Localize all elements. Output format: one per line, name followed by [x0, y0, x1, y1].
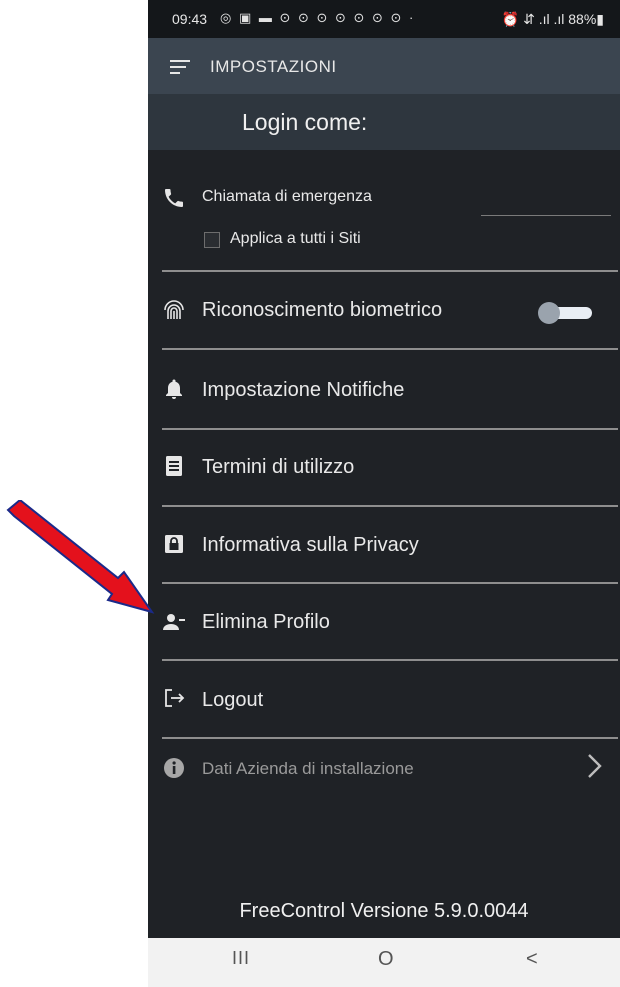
logout-label: Logout: [202, 689, 264, 711]
logout-item[interactable]: Logout: [148, 680, 620, 720]
notification-icons: ◎ ▣ ▬ ⊙ ⊙ ⊙ ⊙ ⊙ ⊙ ⊙ ·: [220, 10, 416, 25]
emergency-call-item[interactable]: Chiamata di emergenza: [148, 180, 620, 270]
emergency-call-label: Chiamata di emergenza: [202, 188, 372, 205]
terms-label: Termini di utilizzo: [202, 456, 355, 478]
notifications-item[interactable]: Impostazione Notifiche: [148, 368, 620, 408]
phone-icon: [165, 189, 183, 207]
apply-all-sites-checkbox[interactable]: [204, 232, 220, 248]
system-nav-bar: III O <: [148, 938, 620, 987]
apply-all-sites-label: Applica a tutti i Siti: [230, 230, 361, 247]
login-header: Login come:: [148, 94, 620, 150]
lock-icon: [165, 535, 183, 553]
chevron-right-icon[interactable]: [584, 752, 604, 780]
delete-profile-label: Elimina Profilo: [202, 611, 330, 633]
terms-item[interactable]: Termini di utilizzo: [148, 446, 620, 486]
page-title: IMPOSTAZIONI: [210, 57, 337, 76]
phone-screen: 09:43 ◎ ▣ ▬ ⊙ ⊙ ⊙ ⊙ ⊙ ⊙ ⊙ · ⏰ ⇵ .ıl .ıl …: [148, 0, 620, 987]
app-bar: IMPOSTAZIONI: [148, 38, 620, 94]
biometric-toggle[interactable]: [538, 302, 594, 324]
status-bar: 09:43 ◎ ▣ ▬ ⊙ ⊙ ⊙ ⊙ ⊙ ⊙ ⊙ · ⏰ ⇵ .ıl .ıl …: [148, 0, 620, 38]
annotation-arrow: [6, 500, 155, 614]
divider: [162, 582, 618, 584]
biometric-label: Riconoscimento biometrico: [202, 299, 443, 321]
version-label: FreeControl Versione 5.9.0.0044: [239, 900, 529, 922]
remove-user-icon: [163, 614, 185, 630]
menu-icon[interactable]: [170, 60, 190, 74]
bell-icon: [166, 379, 182, 399]
home-button[interactable]: O: [378, 948, 394, 971]
battery-status: ⏰ ⇵ .ıl .ıl 88%▮: [501, 11, 604, 27]
recents-button[interactable]: III: [232, 948, 250, 969]
notifications-label: Impostazione Notifiche: [202, 379, 405, 401]
info-icon: [164, 758, 184, 778]
divider: [162, 428, 618, 430]
privacy-label: Informativa sulla Privacy: [202, 534, 419, 556]
fingerprint-icon: [164, 300, 184, 319]
divider: [162, 505, 618, 507]
back-button[interactable]: <: [526, 948, 538, 971]
document-icon: [166, 456, 182, 476]
divider: [162, 659, 618, 661]
emergency-number-field[interactable]: [481, 215, 611, 216]
divider: [162, 737, 618, 739]
status-time: 09:43: [172, 11, 208, 27]
divider: [162, 270, 618, 272]
divider: [162, 348, 618, 350]
privacy-item[interactable]: Informativa sulla Privacy: [148, 524, 620, 564]
login-as-label: Login come:: [242, 109, 368, 135]
logout-icon: [165, 689, 185, 707]
delete-profile-item[interactable]: Elimina Profilo: [148, 602, 620, 642]
company-data-item[interactable]: Dati Azienda di installazione: [148, 752, 620, 788]
company-data-label: Dati Azienda di installazione: [202, 759, 414, 778]
